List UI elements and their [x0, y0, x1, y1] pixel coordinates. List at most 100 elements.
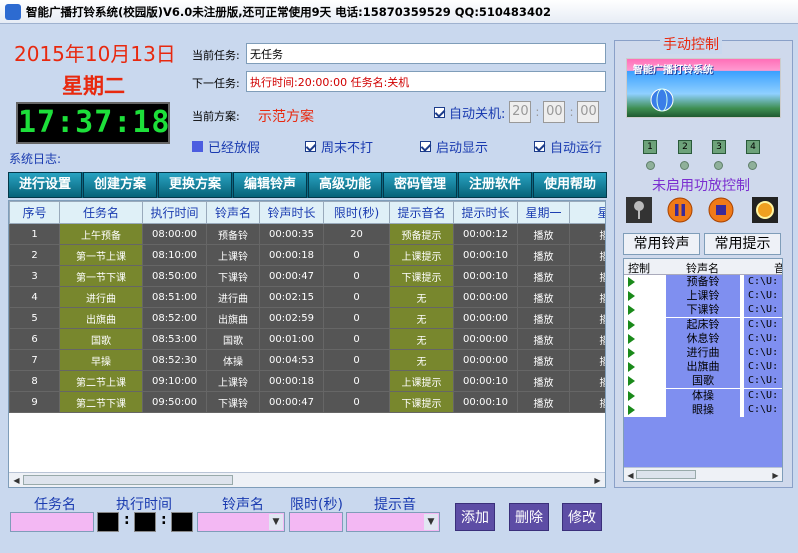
col-header[interactable]: 执行时间	[142, 201, 207, 224]
table-cell[interactable]: 播放	[569, 286, 605, 308]
table-cell[interactable]: 播放	[569, 349, 605, 371]
table-cell[interactable]: 无	[389, 286, 454, 308]
pause-icon[interactable]	[667, 197, 693, 223]
auto-shutdown-checkbox[interactable]	[434, 106, 445, 118]
table-cell[interactable]: 播放	[517, 391, 570, 413]
table-cell[interactable]: 0	[323, 328, 390, 350]
hour-input[interactable]	[97, 512, 119, 532]
col-header[interactable]: 铃声名	[206, 201, 260, 224]
table-cell[interactable]: 00:00:10	[453, 265, 518, 287]
play-icon[interactable]	[628, 291, 635, 302]
edit-ring-button[interactable]: 编辑铃声	[233, 172, 307, 198]
col-header[interactable]: 星期一	[517, 201, 570, 224]
table-cell[interactable]: 下课提示	[389, 265, 454, 287]
table-cell[interactable]: 9	[9, 391, 60, 413]
table-cell[interactable]: 1	[9, 223, 60, 245]
table-cell[interactable]: 00:00:47	[259, 265, 324, 287]
table-cell[interactable]: 00:02:59	[259, 307, 324, 329]
table-cell[interactable]: 0	[323, 391, 390, 413]
table-cell[interactable]: 第二节上课	[59, 370, 143, 392]
list-item[interactable]: 预备铃 C:\U:	[624, 275, 782, 289]
table-cell[interactable]: 上课铃	[206, 244, 260, 266]
option-auto-run[interactable]: 自动运行	[534, 137, 602, 156]
list-item[interactable]: 进行曲 C:\U:	[624, 345, 782, 360]
stop-icon[interactable]	[708, 197, 734, 223]
table-cell[interactable]: 00:00:18	[259, 370, 324, 392]
table-cell[interactable]: 08:52:00	[142, 307, 207, 329]
help-button[interactable]: 使用帮助	[533, 172, 607, 198]
table-cell[interactable]: 00:01:00	[259, 328, 324, 350]
col-header[interactable]: 提示音名	[389, 201, 454, 224]
play-icon[interactable]	[628, 404, 635, 415]
list-item[interactable]: 国歌 C:\U:	[624, 374, 782, 389]
modify-button[interactable]: 修改	[562, 503, 602, 531]
option-startup-show[interactable]: 启动显示	[420, 137, 488, 156]
table-row[interactable]: 1 上午预备 08:00:00 预备铃 00:00:35 20 预备提示 00:00:12 播放…	[9, 223, 605, 245]
table-cell[interactable]: 播放	[517, 349, 570, 371]
scroll-left-icon[interactable]: ◀	[625, 470, 636, 481]
list-item[interactable]: 眼操 C:\U:	[624, 402, 782, 417]
table-cell[interactable]: 预备提示	[389, 223, 454, 245]
table-cell[interactable]: 08:50:00	[142, 265, 207, 287]
col-header[interactable]: 铃声时长	[259, 201, 324, 224]
volume-icon[interactable]	[752, 197, 778, 223]
change-plan-button[interactable]: 更换方案	[158, 172, 232, 198]
table-cell[interactable]: 00:00:10	[453, 370, 518, 392]
table-cell[interactable]: 进行曲	[59, 286, 143, 308]
create-plan-button[interactable]: 创建方案	[83, 172, 157, 198]
prompt-select[interactable]: ▼	[346, 512, 440, 532]
table-cell[interactable]: 无	[389, 328, 454, 350]
table-cell[interactable]: 6	[9, 328, 60, 350]
table-cell[interactable]: 播放	[517, 265, 570, 287]
table-cell[interactable]: 下课提示	[389, 391, 454, 413]
col-header[interactable]: 星期	[569, 201, 605, 224]
list-item[interactable]: 起床铃 C:\U:	[624, 317, 782, 332]
weekend-off-checkbox[interactable]	[305, 141, 316, 152]
option-weekend-off[interactable]: 周末不打	[305, 137, 373, 156]
table-cell[interactable]: 00:00:10	[453, 244, 518, 266]
table-cell[interactable]: 播放	[517, 370, 570, 392]
table-row[interactable]: 4进行曲08:51:00进行曲00:02:150无00:00:00播放播放	[9, 286, 605, 308]
play-icon[interactable]	[628, 333, 635, 344]
table-cell[interactable]: 进行曲	[206, 286, 260, 308]
play-icon[interactable]	[628, 390, 635, 401]
startup-show-checkbox[interactable]	[420, 141, 431, 152]
task-name-input[interactable]	[10, 512, 94, 532]
table-cell[interactable]: 无	[389, 349, 454, 371]
table-cell[interactable]: 播放	[569, 391, 605, 413]
shutdown-second[interactable]: 00	[577, 101, 600, 123]
table-row[interactable]: 9 第二节下课 09:50:00 下课铃 00:00:47 0 下课提示 00:00:10 播放…	[9, 391, 605, 413]
ring-name-select[interactable]: ▼	[197, 512, 285, 532]
chevron-down-icon[interactable]: ▼	[269, 514, 283, 530]
table-cell[interactable]: 出旗曲	[59, 307, 143, 329]
scroll-right-icon[interactable]: ▶	[770, 470, 781, 481]
microphone-icon[interactable]	[626, 197, 652, 223]
shutdown-minute[interactable]: 00	[543, 101, 566, 123]
table-cell[interactable]: 播放	[569, 370, 605, 392]
table-cell[interactable]: 体操	[206, 349, 260, 371]
scroll-right-icon[interactable]: ▶	[592, 475, 603, 486]
table-cell[interactable]: 无	[389, 307, 454, 329]
table-cell[interactable]: 播放	[569, 328, 605, 350]
table-cell[interactable]: 08:10:00	[142, 244, 207, 266]
table-row[interactable]: 7早操08:52:30体操00:04:530无00:00:00播放播放	[9, 349, 605, 371]
table-cell[interactable]: 上课铃	[206, 370, 260, 392]
list-item[interactable]: 体操 C:\U:	[624, 388, 782, 403]
table-cell[interactable]: 09:50:00	[142, 391, 207, 413]
table-cell[interactable]: 第二节下课	[59, 391, 143, 413]
table-cell[interactable]: 3	[9, 265, 60, 287]
play-icon[interactable]	[628, 347, 635, 358]
table-cell[interactable]: 00:00:00	[453, 349, 518, 371]
play-icon[interactable]	[628, 277, 635, 287]
table-cell[interactable]: 0	[323, 370, 390, 392]
table-cell[interactable]: 00:00:35	[259, 223, 324, 245]
table-cell[interactable]: 出旗曲	[206, 307, 260, 329]
list-item[interactable]: 下课铃 C:\U:	[624, 303, 782, 318]
table-cell[interactable]: 00:00:47	[259, 391, 324, 413]
table-cell[interactable]: 播放	[569, 265, 605, 287]
play-icon[interactable]	[628, 376, 635, 387]
table-cell[interactable]: 播放	[569, 307, 605, 329]
minute-input[interactable]	[134, 512, 156, 532]
table-cell[interactable]: 08:52:30	[142, 349, 207, 371]
chevron-down-icon[interactable]: ▼	[424, 514, 438, 530]
